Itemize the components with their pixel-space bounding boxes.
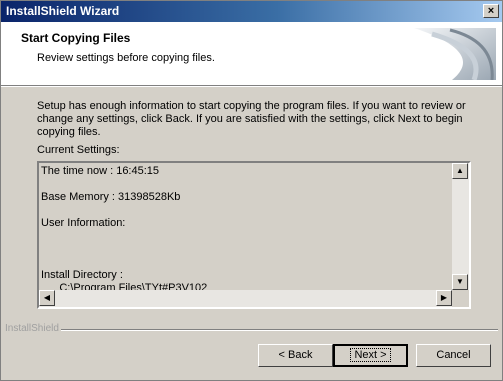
settings-line bbox=[41, 256, 450, 269]
vertical-scrollbar[interactable]: ▲ ▼ bbox=[452, 163, 469, 290]
wizard-logo-icon bbox=[414, 28, 496, 80]
close-button[interactable]: × bbox=[483, 4, 499, 18]
settings-line: Base Memory : 31398528Kb bbox=[41, 191, 181, 203]
settings-line: The time now : 16:45:15 bbox=[41, 165, 160, 177]
footer-divider bbox=[61, 329, 498, 331]
current-settings-textbox[interactable]: The time now : 16:45:15 Base Memory : 31… bbox=[37, 161, 471, 309]
installshield-brand: InstallShield bbox=[5, 323, 59, 334]
scroll-corner bbox=[452, 290, 469, 307]
horizontal-scrollbar[interactable]: ◀ ▶ bbox=[39, 290, 452, 307]
scroll-right-icon[interactable]: ▶ bbox=[436, 290, 452, 306]
scroll-up-icon[interactable]: ▲ bbox=[452, 163, 468, 179]
back-button[interactable]: < Back bbox=[258, 344, 333, 367]
page-heading: Start Copying Files bbox=[21, 31, 131, 45]
scroll-left-icon[interactable]: ◀ bbox=[39, 290, 55, 306]
title-bar[interactable]: InstallShield Wizard × bbox=[1, 1, 502, 22]
intro-text: Setup has enough information to start co… bbox=[37, 100, 466, 138]
next-button-label: Next > bbox=[350, 348, 391, 362]
next-button[interactable]: Next > bbox=[333, 344, 408, 367]
installshield-wizard-window: InstallShield Wizard × Start Copying Fil… bbox=[0, 0, 503, 381]
scroll-down-icon[interactable]: ▼ bbox=[452, 274, 468, 290]
settings-line: Install Directory : bbox=[41, 269, 123, 281]
settings-line bbox=[41, 243, 450, 256]
settings-line bbox=[41, 178, 450, 191]
header-divider bbox=[1, 86, 502, 87]
wizard-header: Start Copying Files Review settings befo… bbox=[1, 22, 502, 86]
settings-line: C:\Program Files\TYt#P3V102 bbox=[41, 282, 208, 290]
cancel-button[interactable]: Cancel bbox=[416, 344, 491, 367]
current-settings-label: Current Settings: bbox=[37, 144, 120, 156]
window-title: InstallShield Wizard bbox=[6, 4, 120, 18]
settings-line: User Information: bbox=[41, 217, 126, 229]
settings-line bbox=[41, 230, 450, 243]
settings-content: The time now : 16:45:15 Base Memory : 31… bbox=[41, 165, 450, 290]
settings-line bbox=[41, 204, 450, 217]
page-subheading: Review settings before copying files. bbox=[37, 52, 215, 64]
